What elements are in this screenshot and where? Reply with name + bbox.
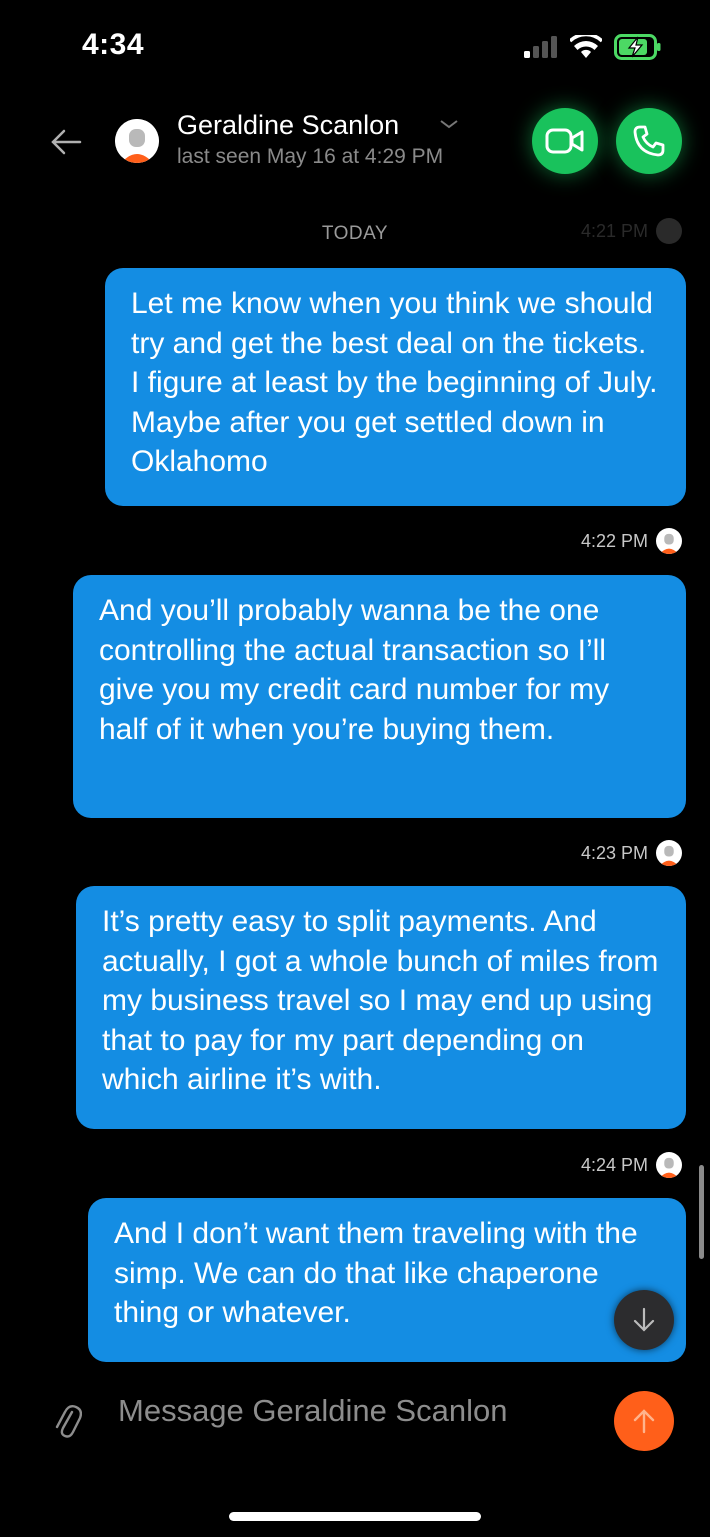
read-receipt-avatar: [656, 840, 682, 866]
contact-name[interactable]: Geraldine Scanlon: [177, 110, 399, 141]
message-bubble[interactable]: It’s pretty easy to split payments. And …: [76, 886, 686, 1129]
message-text: Let me know when you think we should try…: [131, 287, 658, 478]
home-indicator[interactable]: [229, 1512, 481, 1521]
paperclip-icon[interactable]: [52, 1400, 82, 1440]
scrollbar[interactable]: [699, 1165, 704, 1259]
message-meta: 4:22 PM: [581, 531, 648, 552]
person-icon: [115, 119, 159, 163]
read-receipt-avatar: [656, 218, 682, 244]
status-time: 4:34: [82, 28, 145, 61]
read-receipt-avatar: [656, 1152, 682, 1178]
arrow-down-icon: [633, 1307, 655, 1332]
message-time: 4:22 PM: [580, 531, 648, 551]
message-text: It’s pretty easy to split payments. And …: [102, 905, 659, 1096]
message-time-faint: 4:21 PM: [580, 221, 648, 241]
contact-avatar[interactable]: [115, 119, 159, 163]
send-button[interactable]: [614, 1391, 674, 1451]
arrow-up-icon: [633, 1409, 655, 1434]
last-seen-status: last seen May 16 at 4:29 PM: [177, 145, 444, 168]
message-text: And you’ll probably wanna be the one con…: [99, 594, 610, 746]
message-bubble[interactable]: And you’ll probably wanna be the one con…: [73, 575, 686, 818]
message-meta: 4:23 PM: [581, 843, 648, 864]
phone-icon: [633, 125, 665, 157]
wifi-icon: [570, 35, 602, 58]
video-call-button[interactable]: [532, 108, 598, 174]
signal-icon: [524, 36, 557, 58]
message-text: And I don’t want them traveling with the…: [114, 1217, 638, 1329]
message-time: 4:24 PM: [580, 1155, 648, 1175]
scroll-to-bottom-button[interactable]: [614, 1290, 674, 1350]
message-time: 4:23 PM: [580, 843, 648, 863]
voice-call-button[interactable]: [616, 108, 682, 174]
message-bubble[interactable]: And I don’t want them traveling with the…: [88, 1198, 686, 1362]
message-bubble[interactable]: Let me know when you think we should try…: [105, 268, 686, 506]
back-arrow-icon[interactable]: [46, 122, 86, 162]
message-input[interactable]: Message Geraldine Scanlon: [118, 1393, 507, 1429]
status-icons: [524, 34, 662, 60]
chevron-down-icon[interactable]: [438, 116, 460, 132]
read-receipt-avatar: [656, 528, 682, 554]
message-meta: 4:24 PM: [581, 1155, 648, 1176]
video-camera-icon: [545, 128, 584, 154]
battery-icon: [614, 34, 661, 60]
